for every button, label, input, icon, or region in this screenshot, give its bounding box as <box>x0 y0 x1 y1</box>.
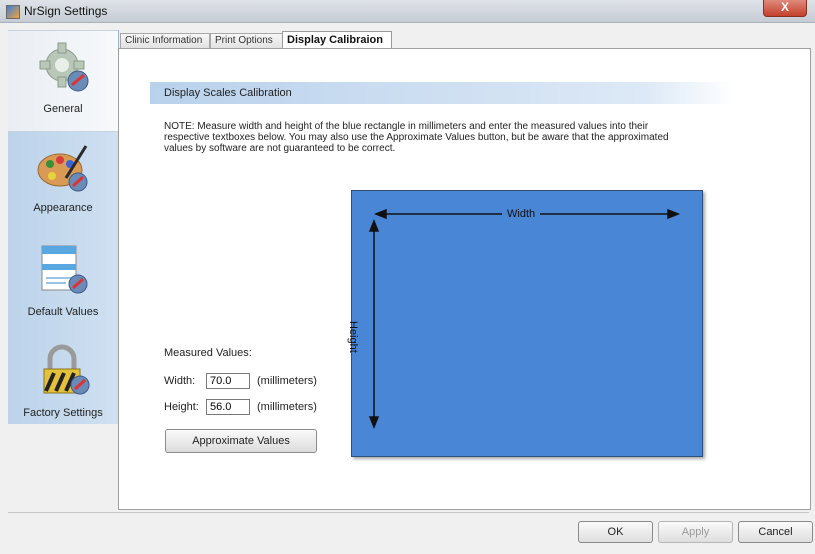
gear-icon <box>39 42 89 92</box>
section-header: Display Scales Calibration <box>150 82 734 104</box>
height-input[interactable] <box>206 399 250 415</box>
apply-button[interactable]: Apply <box>658 521 733 543</box>
sidebar-item-factory-settings[interactable]: Factory Settings <box>8 335 118 435</box>
measured-values-title: Measured Values: <box>164 347 252 359</box>
tab-print-options[interactable]: Print Options <box>210 33 284 48</box>
calibration-note: NOTE: Measure width and height of the bl… <box>164 121 669 154</box>
rect-height-label: Height <box>347 321 359 353</box>
ok-button[interactable]: OK <box>578 521 653 543</box>
dialog-footer: OK Apply Cancel <box>8 512 813 549</box>
dimension-arrows <box>368 208 681 430</box>
sidebar-item-default-values[interactable]: Default Values <box>8 234 118 334</box>
rect-width-label: Width <box>502 208 541 220</box>
tab-clinic-information[interactable]: Clinic Information <box>120 33 210 48</box>
width-input[interactable] <box>206 373 250 389</box>
sidebar-item-label: Default Values <box>27 306 99 318</box>
height-label: Height: <box>164 401 199 413</box>
title-bar: NrSign Settings X <box>0 0 815 23</box>
window-title: NrSign Settings <box>24 4 108 18</box>
height-unit-label: (millimeters) <box>257 401 317 413</box>
sidebar-item-label: Appearance <box>33 202 93 214</box>
calibration-rectangle: Width Height <box>347 190 703 457</box>
approximate-values-button[interactable]: Approximate Values <box>165 429 317 453</box>
width-unit-label: (millimeters) <box>257 375 317 387</box>
settings-sidebar: General Appearance Default Values Factor… <box>8 30 119 424</box>
sidebar-item-appearance[interactable]: Appearance <box>8 130 118 230</box>
sidebar-item-label: General <box>43 103 83 115</box>
palette-icon <box>37 145 88 192</box>
tab-content-panel: Display Scales Calibration NOTE: Measure… <box>118 48 811 510</box>
document-icon <box>41 245 88 294</box>
section-title: Display Scales Calibration <box>164 87 292 99</box>
lock-icon <box>43 344 90 395</box>
app-icon <box>6 5 20 19</box>
close-button[interactable]: X <box>763 0 807 17</box>
cancel-button[interactable]: Cancel <box>738 521 813 543</box>
sidebar-item-label: Factory Settings <box>23 407 103 419</box>
sidebar-item-general[interactable]: General <box>8 30 118 132</box>
tab-display-calibration[interactable]: Display Calibraion <box>282 31 392 49</box>
width-label: Width: <box>164 375 196 387</box>
